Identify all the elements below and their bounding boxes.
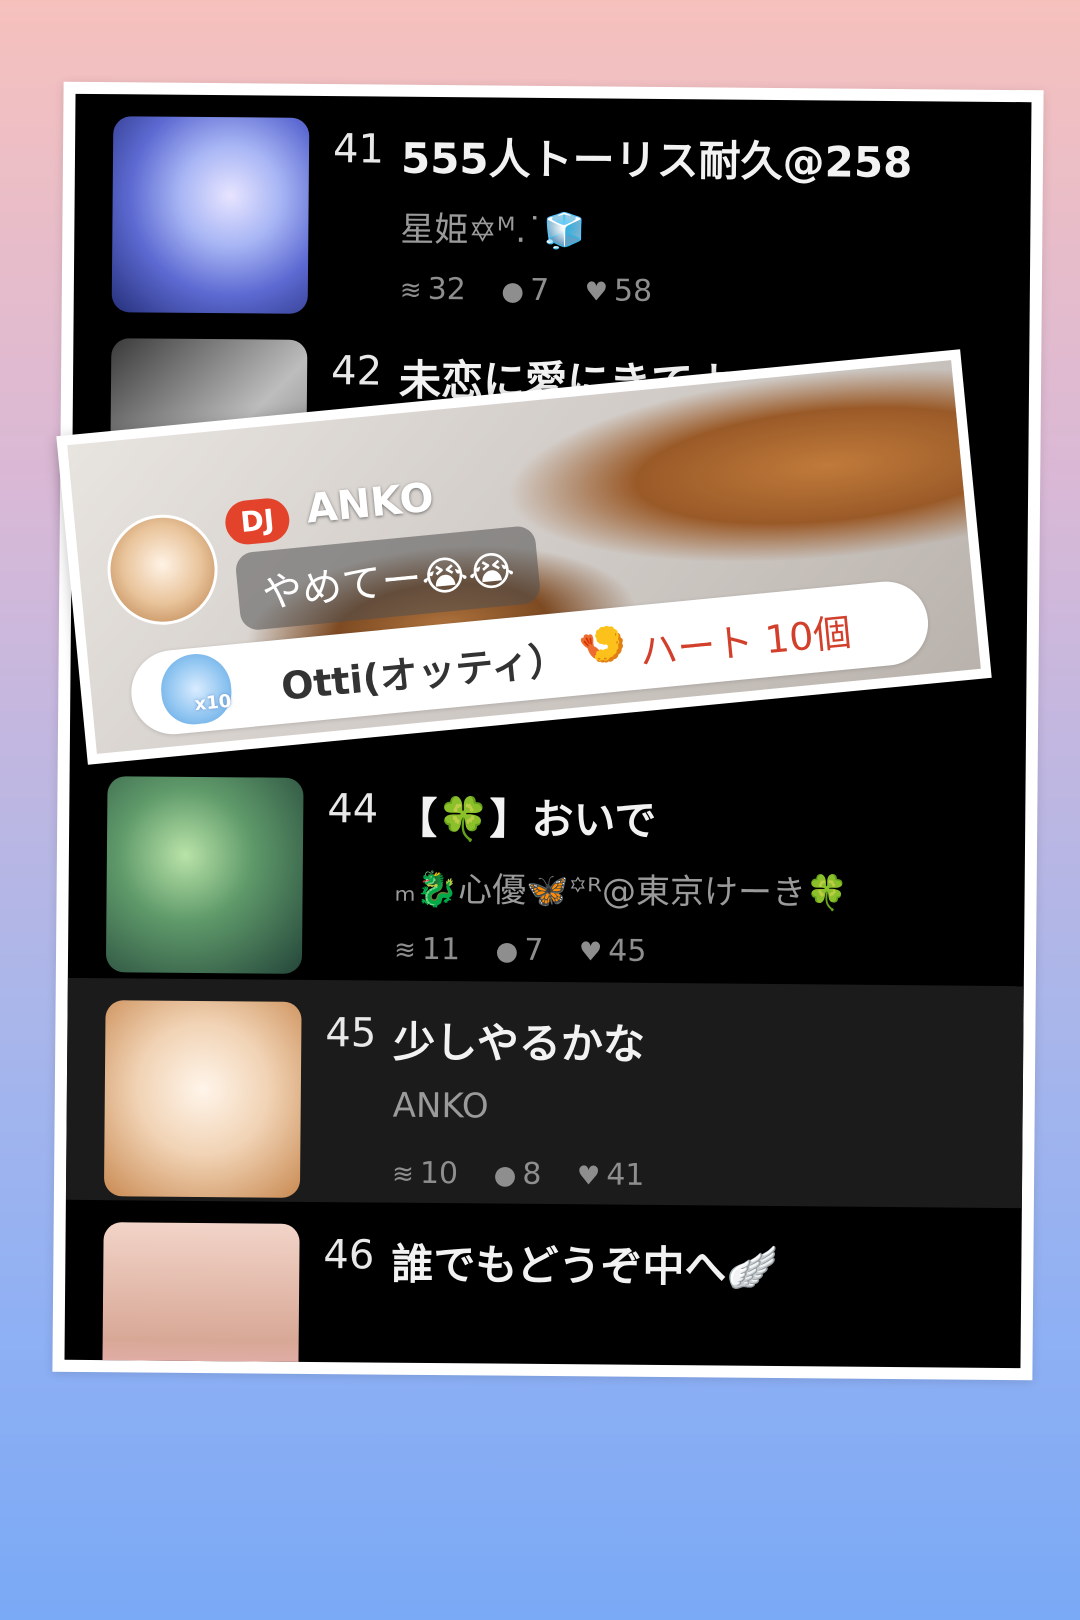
- room-stats: ≋ 10 ● 8 ♥ 41: [392, 1156, 671, 1193]
- stat-users: 7: [529, 272, 550, 308]
- stat-likes: 58: [613, 273, 653, 309]
- gift-multiplier: x10: [193, 690, 233, 716]
- heart-icon: ♥: [576, 1161, 601, 1192]
- room-stats: ≋ 11 ● 7 ♥ 45: [394, 932, 673, 969]
- shrimp-icon: 🍤: [576, 620, 629, 670]
- heart-icon: ♥: [578, 937, 603, 968]
- room-rank: 46: [323, 1232, 375, 1279]
- stat-users: 8: [522, 1156, 542, 1192]
- room-thumbnail[interactable]: [103, 1000, 302, 1198]
- layers-icon: ≋: [391, 1159, 415, 1190]
- dj-name: ANKO: [304, 474, 436, 533]
- room-thumbnail[interactable]: [111, 116, 310, 314]
- list-item[interactable]: 46 誰でもどうぞ中へ🪽: [64, 1200, 1021, 1369]
- room-title[interactable]: 555人トーリス耐久@258: [401, 125, 913, 190]
- list-item[interactable]: 45 少しやるかな ANKO ≋ 10 ● 8 ♥ 41: [65, 977, 1024, 1209]
- dj-badge: DJ: [223, 496, 292, 547]
- list-item[interactable]: 44 【🍀】おいで ₘ🐉心優🦋꙳ᴿ@東京けーき🍀 ≋ 11 ● 7 ♥ 45: [68, 754, 1026, 984]
- avatar[interactable]: [102, 509, 223, 630]
- heart-icon: ♥: [584, 277, 609, 308]
- room-stats: ≋ 32 ● 7 ♥ 58: [400, 272, 679, 309]
- room-rank: 45: [325, 1010, 377, 1057]
- stat-likes: 41: [606, 1157, 645, 1193]
- gift-sender: Otti(オッティ）: [279, 637, 569, 709]
- stat-likes: 45: [608, 933, 647, 969]
- layers-icon: ≋: [393, 935, 417, 966]
- room-host: ₘ🐉心優🦋꙳ᴿ@東京けーき🍀: [394, 869, 849, 914]
- room-thumbnail[interactable]: [101, 1222, 300, 1369]
- room-thumbnail[interactable]: [105, 776, 304, 974]
- stat-users: 7: [524, 932, 544, 968]
- room-title[interactable]: 誰でもどうぞ中へ🪽: [391, 1231, 779, 1295]
- room-title[interactable]: 少しやるかな: [393, 1009, 645, 1072]
- user-icon: ●: [501, 276, 525, 307]
- room-host: ANKO: [392, 1085, 489, 1127]
- chat-message: やめてー😭😭: [234, 524, 542, 632]
- layers-icon: ≋: [399, 275, 422, 306]
- stat-layers: 10: [419, 1155, 459, 1192]
- gift-description: ハート 10個: [637, 610, 854, 675]
- room-rank: 41: [332, 126, 385, 173]
- room-title[interactable]: 【🍀】おいで: [395, 785, 657, 848]
- user-icon: ●: [495, 936, 519, 967]
- stat-layers: 11: [421, 931, 461, 968]
- heart-gift-icon: [157, 650, 235, 728]
- list-item[interactable]: 41 555人トーリス耐久@258 星姫✡ᴹ.˙🧊 ≋ 32 ● 7 ♥ 58: [74, 94, 1032, 324]
- room-rank: 42: [330, 348, 383, 395]
- room-rank: 44: [327, 786, 379, 833]
- user-icon: ●: [493, 1160, 517, 1191]
- stat-layers: 32: [427, 271, 466, 308]
- room-host: 星姫✡ᴹ.˙🧊: [400, 209, 586, 252]
